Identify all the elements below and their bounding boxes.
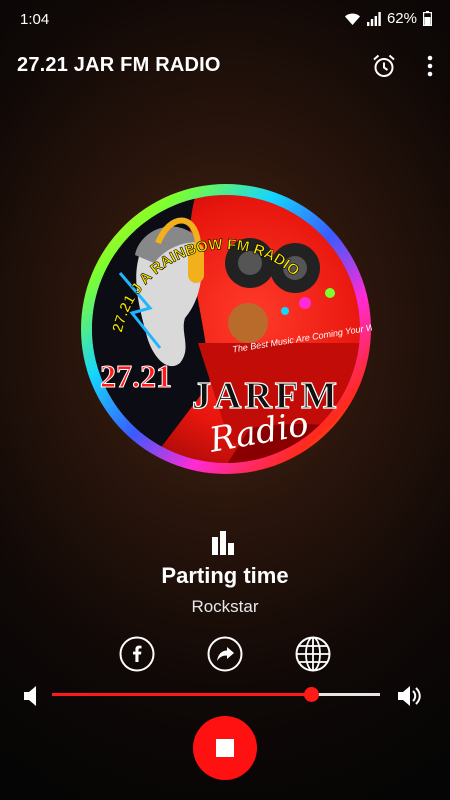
more-vert-icon[interactable] bbox=[420, 52, 440, 80]
logo-frequency: 27.21 bbox=[100, 358, 172, 394]
station-logo-image: 27.21 J A RAINBOW FM RADIO The Best Musi… bbox=[81, 184, 385, 474]
volume-low-icon[interactable] bbox=[22, 684, 40, 708]
volume-control bbox=[0, 676, 450, 716]
volume-slider-thumb[interactable] bbox=[304, 687, 320, 702]
station-logo: 27.21 J A RAINBOW FM RADIO The Best Musi… bbox=[80, 183, 385, 475]
globe-icon[interactable] bbox=[295, 636, 331, 672]
wifi-icon bbox=[344, 13, 360, 25]
status-time: 1:04 bbox=[20, 11, 50, 28]
status-bar: 1:04 62% bbox=[0, 0, 450, 40]
volume-slider-fill bbox=[52, 693, 312, 696]
facebook-icon[interactable] bbox=[119, 636, 155, 672]
volume-high-icon[interactable] bbox=[396, 684, 424, 708]
signal-icon bbox=[366, 11, 381, 26]
battery-icon bbox=[423, 11, 432, 26]
equalizer-bars-icon bbox=[212, 531, 234, 555]
artist-name: Rockstar bbox=[191, 597, 259, 616]
alarm-icon[interactable] bbox=[370, 52, 398, 80]
song-title: Parting time bbox=[161, 563, 289, 588]
volume-slider[interactable] bbox=[52, 687, 380, 702]
app-title: 27.21 JAR FM RADIO bbox=[17, 54, 221, 76]
status-icons: 62% bbox=[344, 10, 432, 27]
app-bar: 27.21 JAR FM RADIO bbox=[0, 44, 450, 88]
stop-icon bbox=[216, 739, 234, 757]
battery-percent: 62% bbox=[386, 10, 417, 27]
stop-button[interactable] bbox=[193, 716, 257, 780]
share-icon[interactable] bbox=[207, 636, 243, 672]
